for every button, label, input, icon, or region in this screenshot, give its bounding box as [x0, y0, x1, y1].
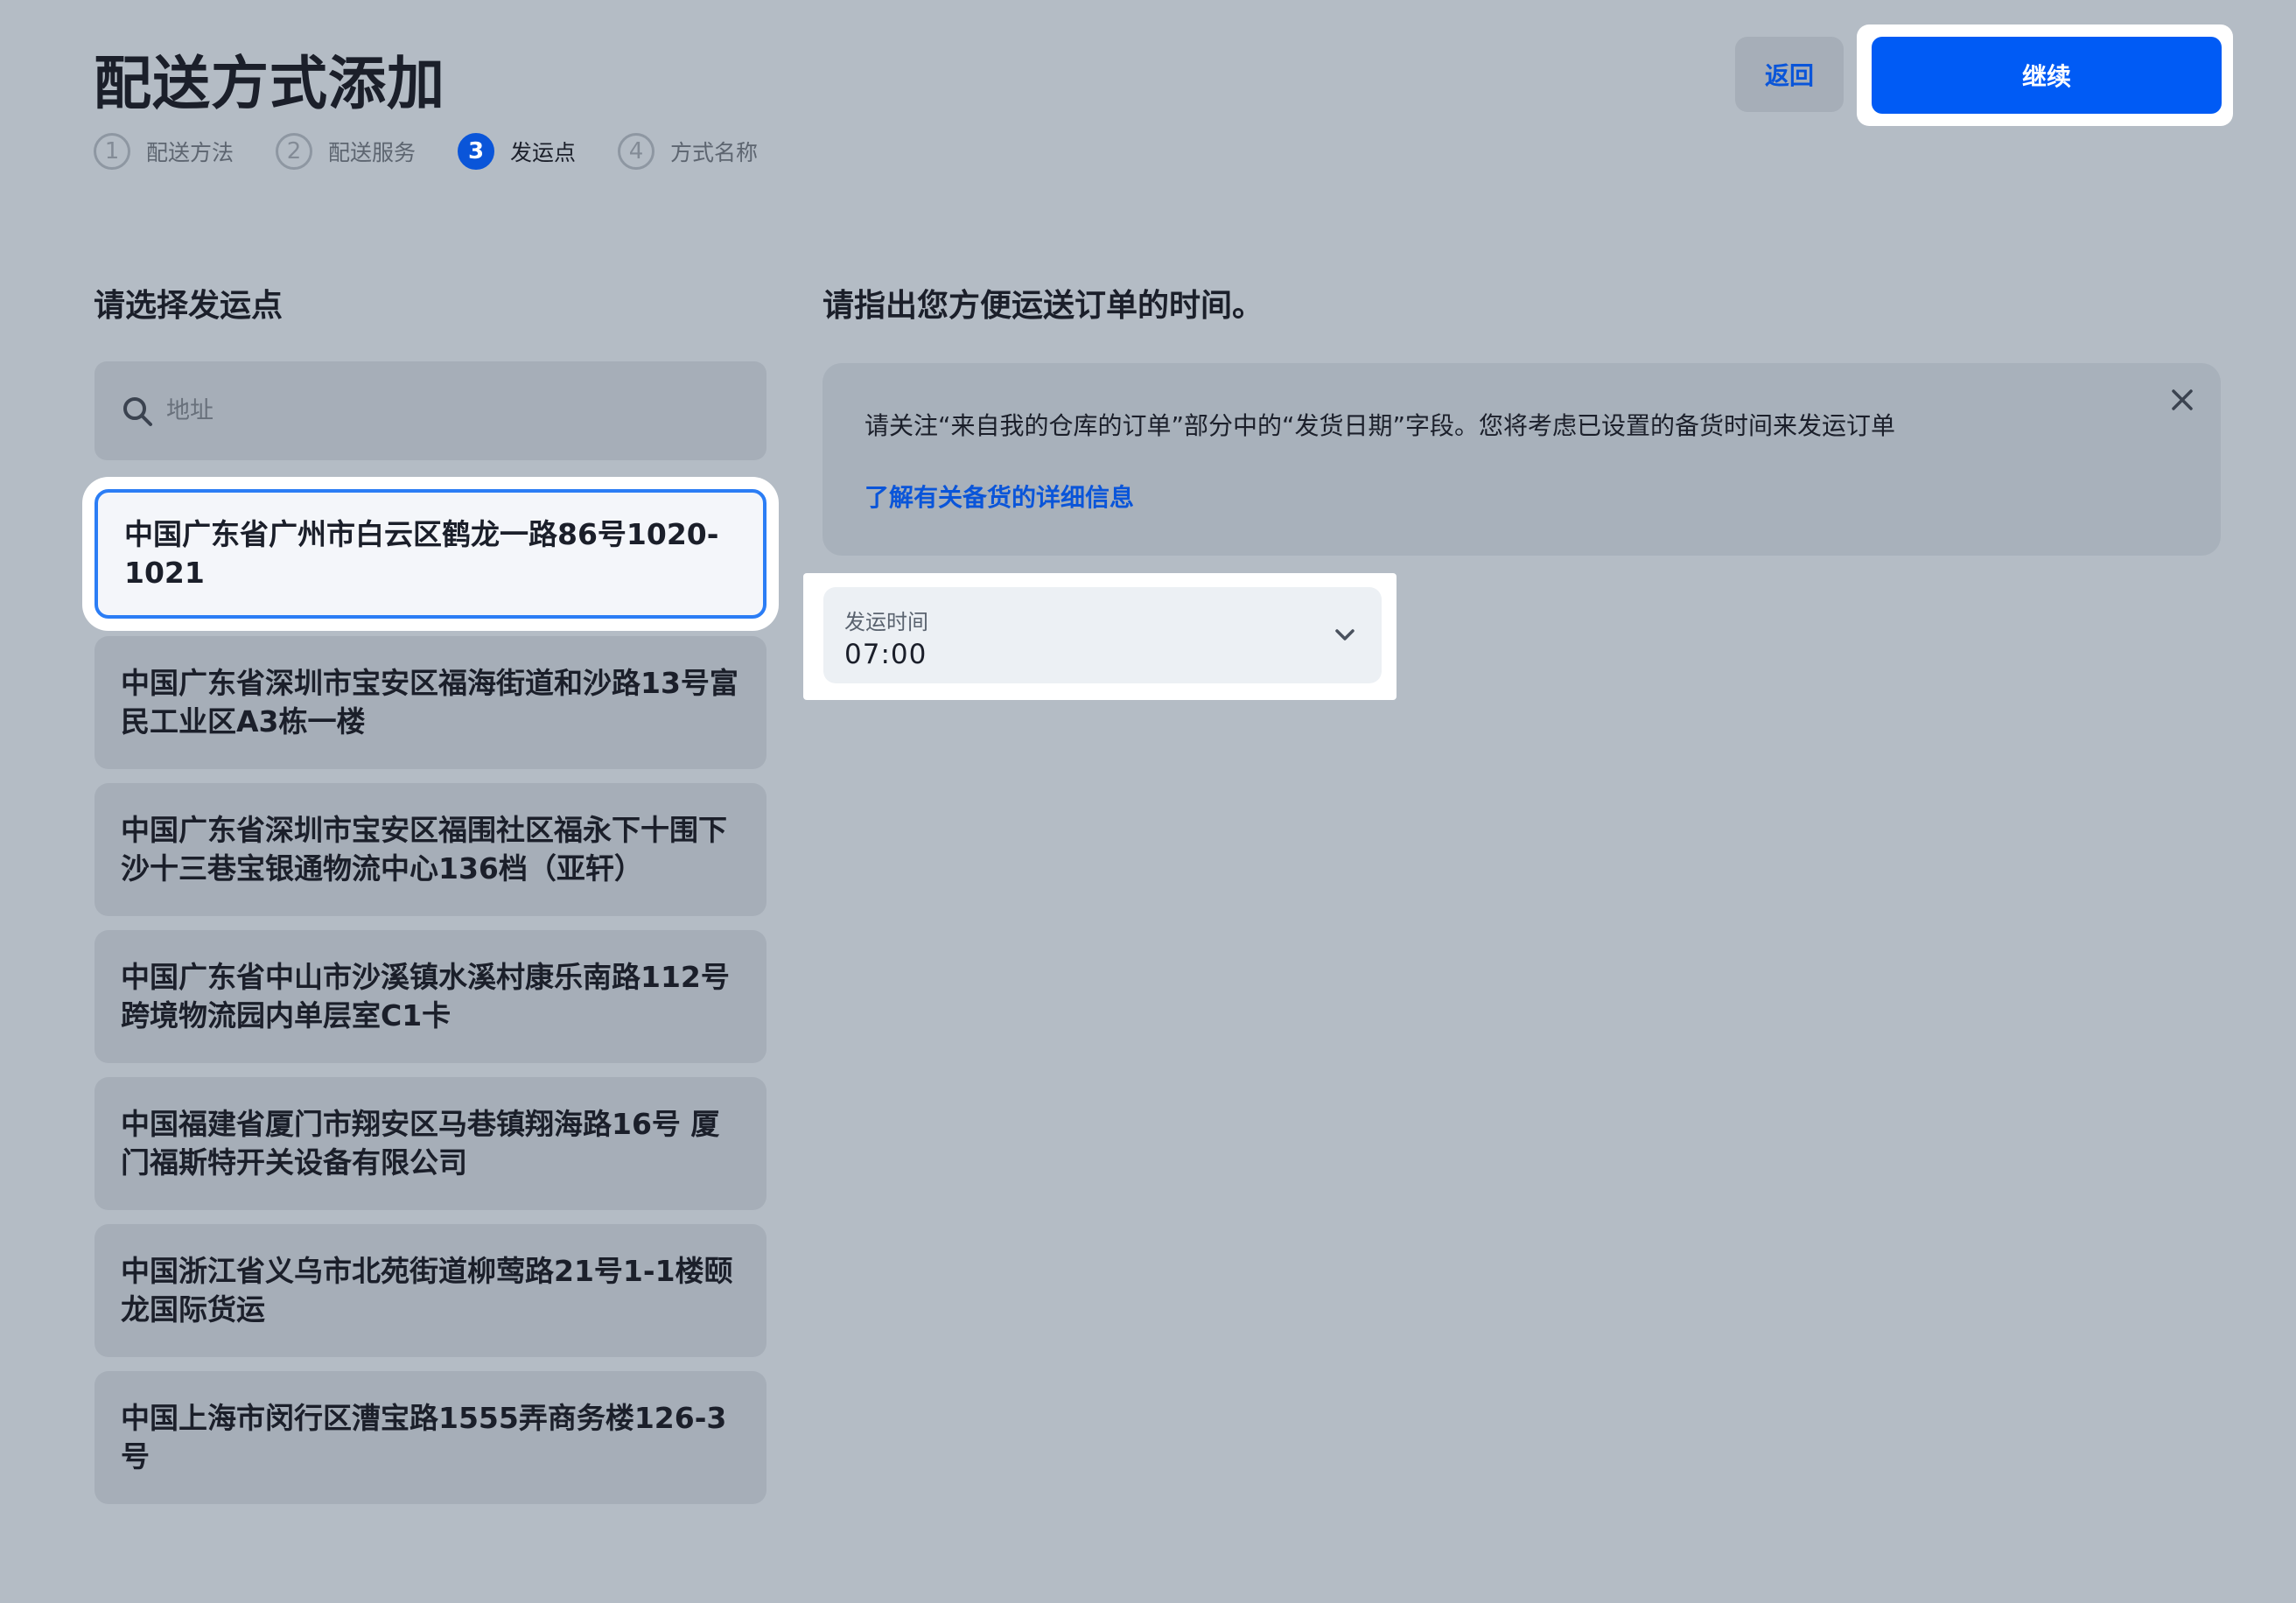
step-number: 4: [618, 133, 655, 170]
address-item[interactable]: 中国浙江省义乌市北苑街道柳莺路21号1-1楼颐龙国际货运: [94, 1224, 766, 1357]
step-label: 配送服务: [328, 140, 416, 165]
stepper: 1 配送方法 2 配送服务 3 发运点 4 方式名称: [94, 133, 800, 170]
step-label: 配送方法: [146, 140, 234, 165]
continue-button[interactable]: 继续: [1872, 37, 2222, 114]
step-number: 2: [276, 133, 313, 170]
address-item-selected[interactable]: 中国广东省广州市白云区鹤龙一路86号1020-1021: [94, 489, 766, 619]
search-box[interactable]: [94, 361, 766, 460]
step-4[interactable]: 4 方式名称: [618, 133, 758, 170]
close-icon: [2172, 389, 2193, 410]
close-button[interactable]: [2165, 382, 2200, 417]
address-list: 中国广东省广州市白云区鹤龙一路86号1020-1021 中国广东省深圳市宝安区福…: [94, 487, 766, 1518]
info-banner: 请关注“来自我的仓库的订单”部分中的“发货日期”字段。您将考虑已设置的备货时间来…: [822, 363, 2221, 556]
step-number: 1: [94, 133, 130, 170]
step-3[interactable]: 3 发运点: [458, 133, 576, 170]
chevron-down-icon: [1331, 620, 1359, 648]
address-item[interactable]: 中国福建省厦门市翔安区马巷镇翔海路16号 厦门福斯特开关设备有限公司: [94, 1077, 766, 1210]
address-item[interactable]: 中国广东省深圳市宝安区福围社区福永下十围下沙十三巷宝银通物流中心136档（亚轩）: [94, 783, 766, 916]
address-item[interactable]: 中国上海市闵行区漕宝路1555弄商务楼126-3号: [94, 1371, 766, 1504]
step-2[interactable]: 2 配送服务: [276, 133, 416, 170]
search-input[interactable]: [164, 396, 693, 425]
section-title-shipping-point: 请选择发运点: [94, 288, 284, 324]
step-number-active: 3: [458, 133, 495, 170]
shipping-time-select[interactable]: 发运时间 07:00: [823, 587, 1382, 683]
back-button[interactable]: 返回: [1735, 37, 1844, 112]
address-text: 中国上海市闵行区漕宝路1555弄商务楼126-3号: [121, 1401, 727, 1474]
address-text: 中国浙江省义乌市北苑街道柳莺路21号1-1楼颐龙国际货运: [121, 1254, 733, 1326]
address-text: 中国广东省中山市沙溪镇水溪村康乐南路112号跨境物流园内单层室C1卡: [121, 960, 730, 1032]
address-text: 中国广东省广州市白云区鹤龙一路86号1020-1021: [124, 517, 719, 590]
address-text: 中国广东省深圳市宝安区福海街道和沙路13号富民工业区A3栋一楼: [121, 666, 738, 738]
address-text: 中国广东省深圳市宝安区福围社区福永下十围下沙十三巷宝银通物流中心136档（亚轩）: [121, 813, 727, 886]
section-title-shipping-time: 请指出您方便运送订单的时间。: [822, 288, 1264, 324]
address-item[interactable]: 中国广东省中山市沙溪镇水溪村康乐南路112号跨境物流园内单层室C1卡: [94, 930, 766, 1063]
time-select-value: 07:00: [844, 639, 928, 670]
search-icon: [121, 395, 154, 428]
time-select-label: 发运时间: [844, 610, 928, 634]
address-text: 中国福建省厦门市翔安区马巷镇翔海路16号 厦门福斯特开关设备有限公司: [121, 1107, 720, 1180]
info-link[interactable]: 了解有关备货的详细信息: [864, 479, 1134, 514]
step-label: 发运点: [510, 140, 577, 165]
step-label: 方式名称: [670, 140, 759, 165]
info-text: 请关注“来自我的仓库的订单”部分中的“发货日期”字段。您将考虑已设置的备货时间来…: [864, 411, 1896, 440]
page-title: 配送方式添加: [94, 50, 445, 117]
address-item[interactable]: 中国广东省深圳市宝安区福海街道和沙路13号富民工业区A3栋一楼: [94, 636, 766, 769]
step-1[interactable]: 1 配送方法: [94, 133, 234, 170]
